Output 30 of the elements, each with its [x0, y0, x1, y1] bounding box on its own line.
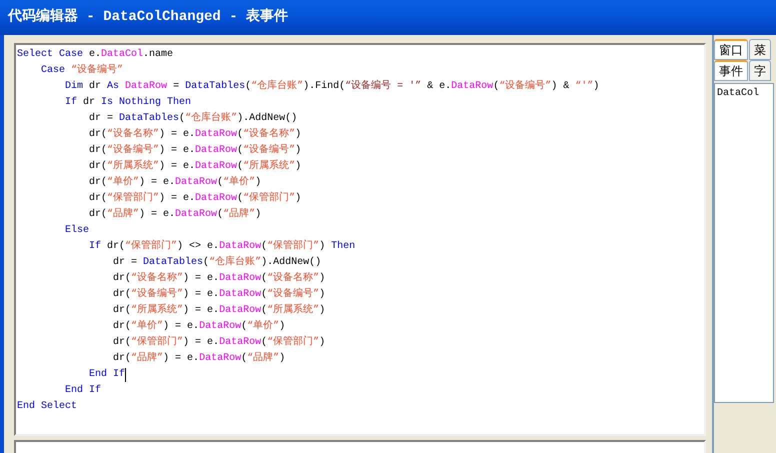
code-line: Select Case e.DataCol.name: [17, 48, 174, 62]
window-title: 代码编辑器 - DataColChanged - 表事件: [8, 7, 288, 27]
panel-tab[interactable]: 事件: [714, 60, 748, 81]
panel-tab[interactable]: 字: [749, 60, 771, 81]
code-line: dr(“所属系统”) = e.DataRow(“所属系统”): [112, 303, 326, 318]
code-line: If dr(“保管部门”) <> e.DataRow(“保管部门”) Then: [88, 239, 356, 254]
code-line: dr(“设备编号”) = e.DataRow(“设备编号”): [88, 143, 302, 158]
code-line: End Select: [17, 400, 78, 414]
code-line: dr(“所属系统”) = e.DataRow(“所属系统”): [88, 159, 302, 174]
code-line: dr(“设备编号”) = e.DataRow(“设备编号”): [112, 287, 326, 302]
code-line: dr(“品牌”) = e.DataRow(“品牌”): [112, 351, 286, 366]
code-line: dr(“保管部门”) = e.DataRow(“保管部门”): [112, 335, 326, 350]
panel-tab[interactable]: 菜: [749, 39, 771, 60]
code-line: dr(“单价”) = e.DataRow(“单价”): [112, 319, 286, 334]
code-line: dr(“设备名称”) = e.DataRow(“设备名称”): [88, 127, 302, 142]
code-line: dr(“品牌”) = e.DataRow(“品牌”): [88, 207, 262, 222]
event-list-item[interactable]: DataCol: [717, 86, 760, 101]
code-line: Dim dr As DataRow = DataTables(“仓库台账”).Find(“设备编号 = '” & e.DataRow(“设备编号”) & “'”): [64, 79, 600, 94]
code-line: dr(“保管部门”) = e.DataRow(“保管部门”): [88, 191, 302, 206]
code-line: dr(“设备名称”) = e.DataRow(“设备名称”): [112, 271, 326, 286]
code-line: dr = DataTables(“仓库台账”).AddNew(): [88, 111, 298, 126]
panel-tab[interactable]: 窗口: [714, 39, 748, 60]
code-line: Case “设备编号”: [40, 63, 124, 78]
code-line: End If: [64, 384, 102, 398]
code-line: dr(“单价”) = e.DataRow(“单价”): [88, 175, 262, 190]
code-line: Else: [64, 224, 90, 238]
code-editor[interactable]: [14, 43, 706, 436]
code-line: dr = DataTables(“仓库台账”).AddNew(): [112, 255, 322, 270]
code-line: End If: [88, 368, 126, 382]
code-line: If dr Is Nothing Then: [64, 96, 192, 110]
